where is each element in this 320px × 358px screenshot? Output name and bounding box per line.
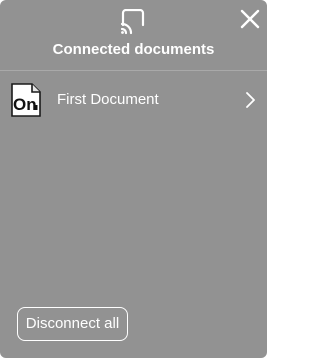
onenote-document-icon: On — [11, 83, 41, 117]
connected-documents-panel: Connected documents On First Document Di… — [0, 0, 267, 358]
document-row-first-document[interactable]: On First Document — [0, 77, 267, 123]
svg-text:On: On — [13, 95, 37, 114]
divider — [0, 70, 267, 71]
disconnect-all-button[interactable]: Disconnect all — [17, 307, 128, 341]
cast-icon — [120, 9, 145, 35]
close-icon[interactable] — [238, 7, 262, 31]
panel-title: Connected documents — [52, 41, 215, 58]
document-label: First Document — [57, 91, 159, 108]
chevron-right-icon — [246, 92, 255, 108]
